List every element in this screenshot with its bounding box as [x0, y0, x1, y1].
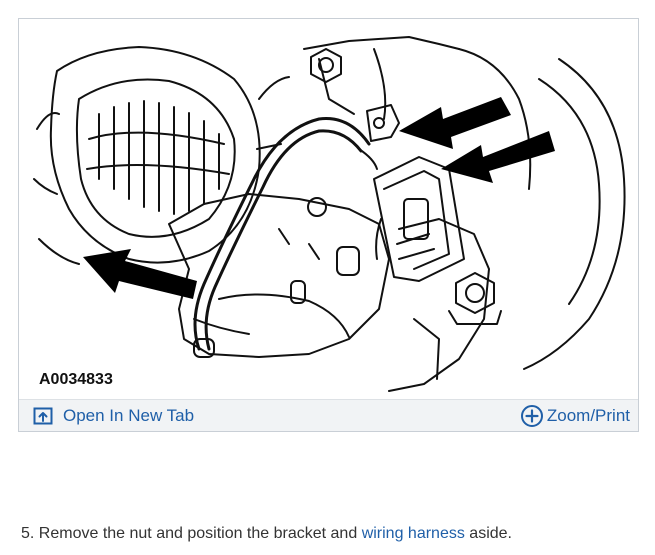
step-text-after: aside. [469, 525, 512, 542]
figure-card: A0034833 Open In New Tab Zoom/Print [18, 18, 639, 432]
open-in-new-tab-label: Open In New Tab [63, 405, 195, 425]
alternator-drawing [33, 46, 290, 265]
step-instruction: 5. Remove the nut and position the brack… [21, 525, 512, 543]
zoom-print-button[interactable]: Zoom/Print [520, 400, 630, 431]
zoom-plus-icon [520, 404, 544, 428]
open-in-new-tab-button[interactable]: Open In New Tab [33, 400, 194, 431]
arrow-left [83, 249, 197, 299]
step-text-before: Remove the nut and position the bracket … [38, 525, 358, 542]
arrow-top [399, 97, 511, 149]
zoom-print-label: Zoom/Print [546, 405, 630, 425]
arrow-right [441, 131, 555, 183]
figure-toolbar: Open In New Tab Zoom/Print [19, 399, 638, 431]
open-new-tab-icon [33, 407, 53, 425]
harness-drawing [193, 104, 400, 351]
repair-illustration [33, 36, 626, 392]
step-number: 5. [21, 525, 35, 542]
figure-id-label: A0034833 [37, 371, 115, 389]
wiring-harness-link[interactable]: wiring harness [362, 525, 465, 542]
nut-drawing [310, 48, 502, 325]
